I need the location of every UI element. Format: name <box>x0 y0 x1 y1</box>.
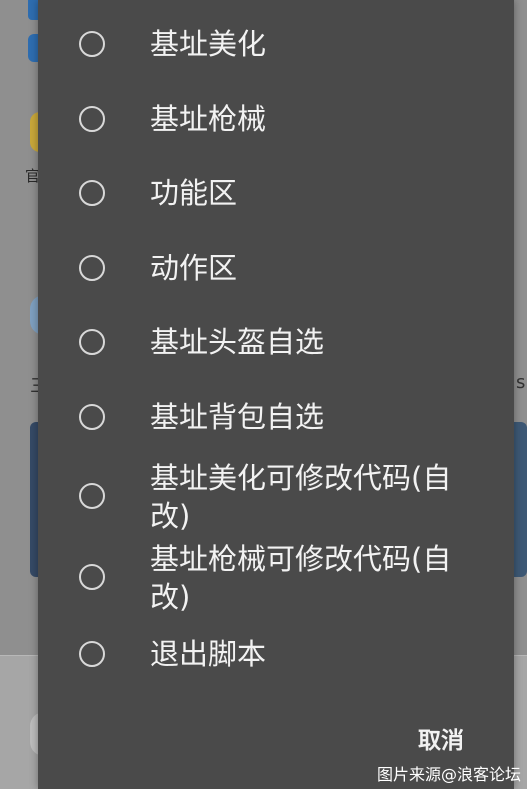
background-text: s <box>516 372 526 393</box>
radio-button[interactable] <box>79 641 105 667</box>
option-item-helmet-select[interactable]: 基址头盔自选 <box>38 322 514 362</box>
radio-button[interactable] <box>79 106 105 132</box>
radio-button[interactable] <box>79 404 105 430</box>
option-label: 动作区 <box>150 251 238 285</box>
option-item-meihua-code[interactable]: 基址美化可修改代码(自改) <box>38 458 514 534</box>
option-item-exit-script[interactable]: 退出脚本 <box>38 634 514 674</box>
option-item-qiangxie-code[interactable]: 基址枪械可修改代码(自改) <box>38 539 514 615</box>
radio-button[interactable] <box>79 564 105 590</box>
cancel-button[interactable]: 取消 <box>418 725 464 757</box>
option-item-dongzuoqu[interactable]: 动作区 <box>38 248 514 288</box>
watermark: 图片来源@浪客论坛 <box>376 765 521 784</box>
option-label: 基址头盔自选 <box>150 325 325 359</box>
option-item-jizhi-qiangxie[interactable]: 基址枪械 <box>38 99 514 139</box>
radio-button[interactable] <box>79 483 105 509</box>
option-item-gongnengqu[interactable]: 功能区 <box>38 173 514 213</box>
option-label: 基址枪械 <box>150 102 267 136</box>
option-label: 功能区 <box>150 176 238 210</box>
option-item-jizhi-meihua[interactable]: 基址美化 <box>38 24 514 64</box>
background-thumbnail <box>514 422 527 577</box>
option-label: 基址背包自选 <box>150 400 325 434</box>
option-dialog: 基址美化 基址枪械 功能区 动作区 基址头盔自选 基址背包自选 基址美化可修改代… <box>38 0 514 789</box>
radio-button[interactable] <box>79 329 105 355</box>
option-item-backpack-select[interactable]: 基址背包自选 <box>38 397 514 437</box>
radio-button[interactable] <box>79 255 105 281</box>
radio-button[interactable] <box>79 180 105 206</box>
option-label: 基址美化 <box>150 27 267 61</box>
option-label: 退出脚本 <box>150 637 267 671</box>
radio-button[interactable] <box>79 31 105 57</box>
option-label: 基址美化可修改代码(自改) <box>150 461 452 533</box>
option-label: 基址枪械可修改代码(自改) <box>150 542 452 614</box>
